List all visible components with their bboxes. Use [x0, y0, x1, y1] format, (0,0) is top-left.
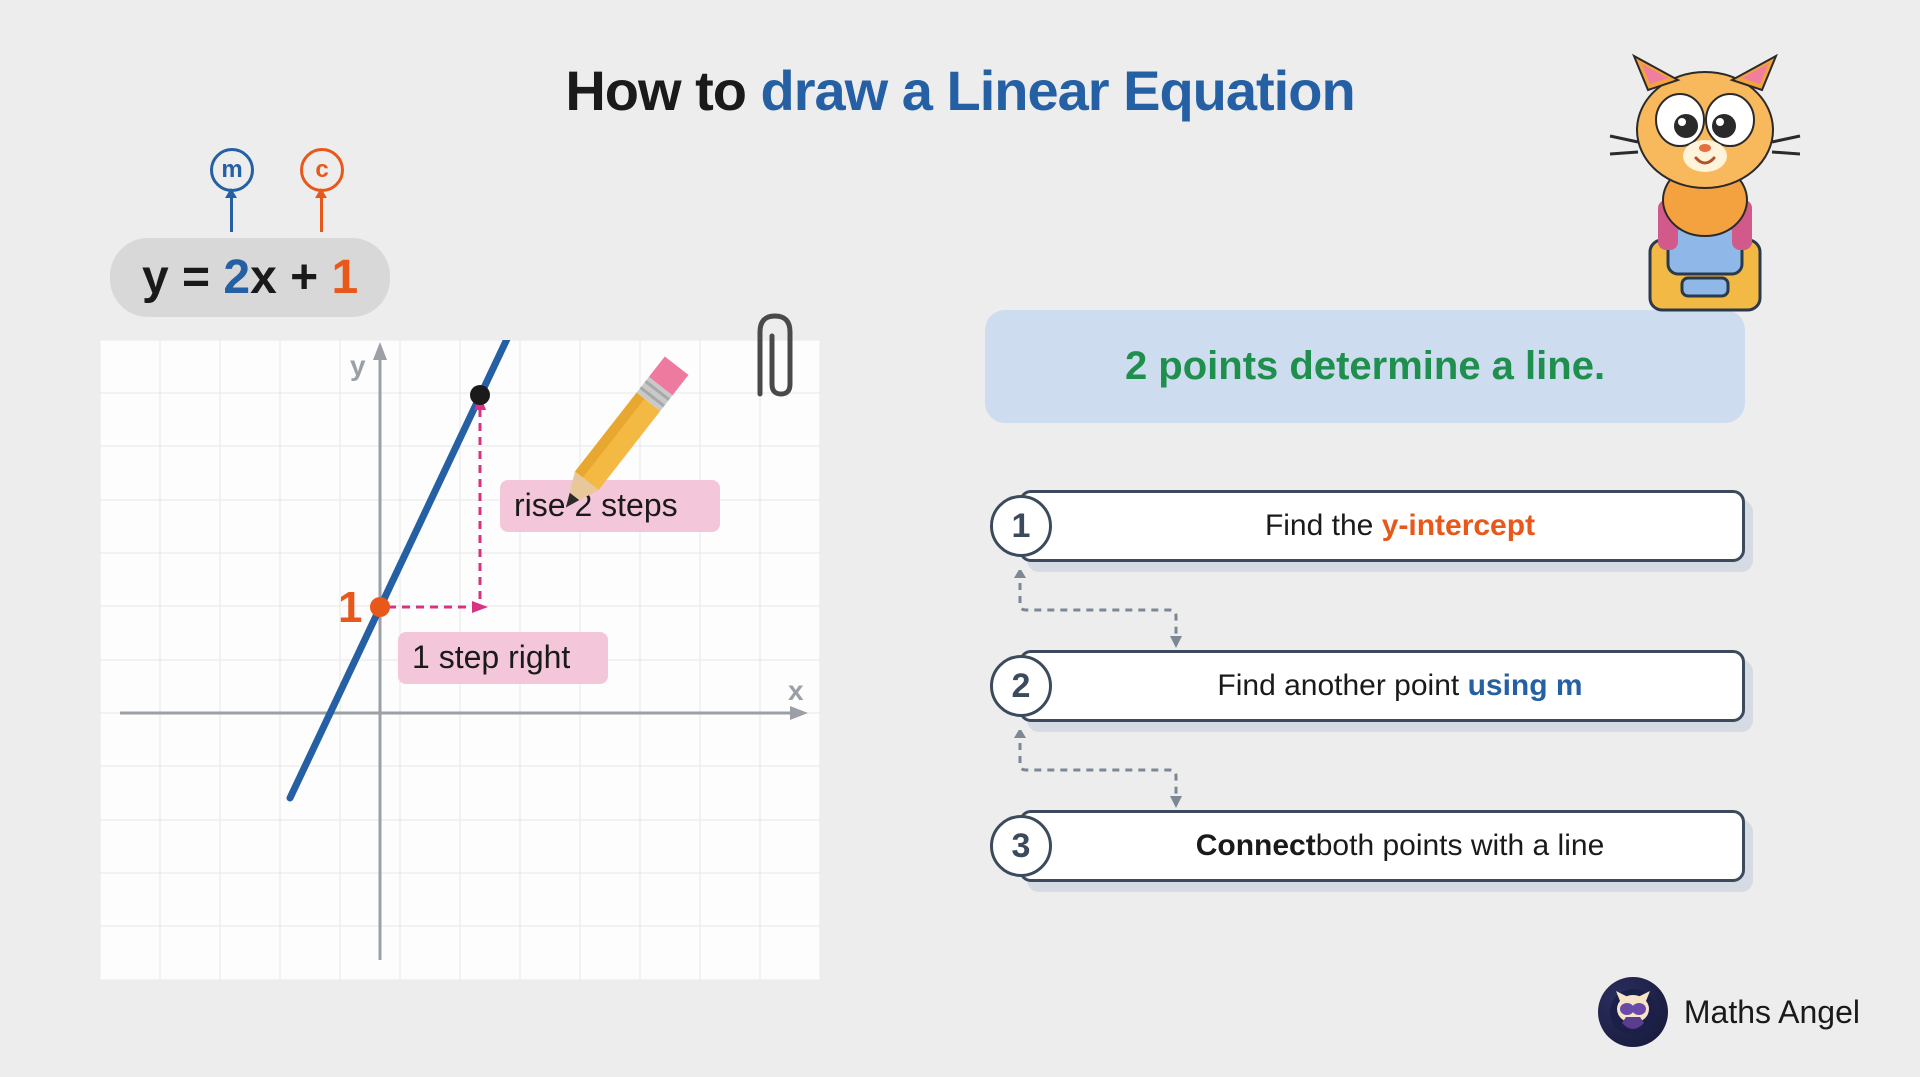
run-arrow-icon	[472, 601, 488, 613]
run-note: 1 step right	[412, 639, 570, 675]
cat-mascot-icon	[1590, 50, 1810, 330]
x-axis-label: x	[788, 675, 804, 706]
y-axis-arrow-icon	[373, 342, 387, 360]
equation-c: 1	[332, 251, 359, 304]
step-text-prefix: Find the	[1265, 509, 1373, 543]
step-text-rest: both points with a line	[1316, 829, 1605, 863]
title-prefix: How to	[565, 59, 760, 122]
x-axis-arrow-icon	[790, 706, 808, 720]
intercept-label-badge: c	[300, 148, 344, 192]
step-keyword: y-intercept	[1382, 509, 1535, 543]
second-point	[470, 385, 490, 405]
slope-label: m	[221, 156, 242, 184]
step-item: 1 Find the y-intercept	[985, 490, 1745, 562]
equation-lhs: y =	[142, 251, 223, 304]
equation-display: y = 2x + 1	[110, 238, 390, 317]
page-title: How to draw a Linear Equation	[565, 58, 1354, 123]
step-item: 2 Find another point using m	[985, 650, 1745, 722]
equation-mid: x +	[250, 251, 331, 304]
step-item: 3 Connect both points with a line	[985, 810, 1745, 882]
step-body: 3 Connect both points with a line	[1019, 810, 1745, 882]
paperclip-icon	[740, 304, 810, 414]
arrow-to-m-icon	[230, 196, 233, 232]
slope-label-badge: m	[210, 148, 254, 192]
step-connector-1	[1010, 570, 1210, 650]
step-bold-word: Connect	[1196, 829, 1316, 863]
equation-param-labels: m c	[110, 148, 390, 238]
brand-logo-icon	[1598, 977, 1668, 1047]
step-number: 3	[990, 815, 1052, 877]
step-text-prefix: Find another point	[1217, 669, 1459, 703]
brand-footer: Maths Angel	[1598, 977, 1860, 1047]
title-highlight: draw a Linear Equation	[761, 59, 1355, 122]
intercept-value-label: 1	[338, 583, 362, 632]
key-concept-text: 2 points determine a line.	[1125, 344, 1605, 388]
plotted-line	[290, 340, 550, 798]
step-body: 1 Find the y-intercept	[1019, 490, 1745, 562]
arrow-to-c-icon	[320, 196, 323, 232]
equation-m: 2	[223, 251, 250, 304]
equation-block: m c y = 2x + 1	[110, 148, 390, 317]
step-number: 2	[990, 655, 1052, 717]
y-axis-label: y	[350, 350, 366, 381]
y-intercept-point	[370, 597, 390, 617]
coordinate-graph: y x 1 rise 2 steps 1 step right	[100, 340, 820, 980]
step-number: 1	[990, 495, 1052, 557]
brand-name: Maths Angel	[1684, 994, 1860, 1031]
step-body: 2 Find another point using m	[1019, 650, 1745, 722]
step-keyword: using m	[1468, 669, 1583, 703]
graph-svg: y x 1 rise 2 steps 1 step right	[100, 340, 820, 980]
step-connector-2	[1010, 730, 1210, 810]
intercept-label: c	[315, 156, 328, 184]
